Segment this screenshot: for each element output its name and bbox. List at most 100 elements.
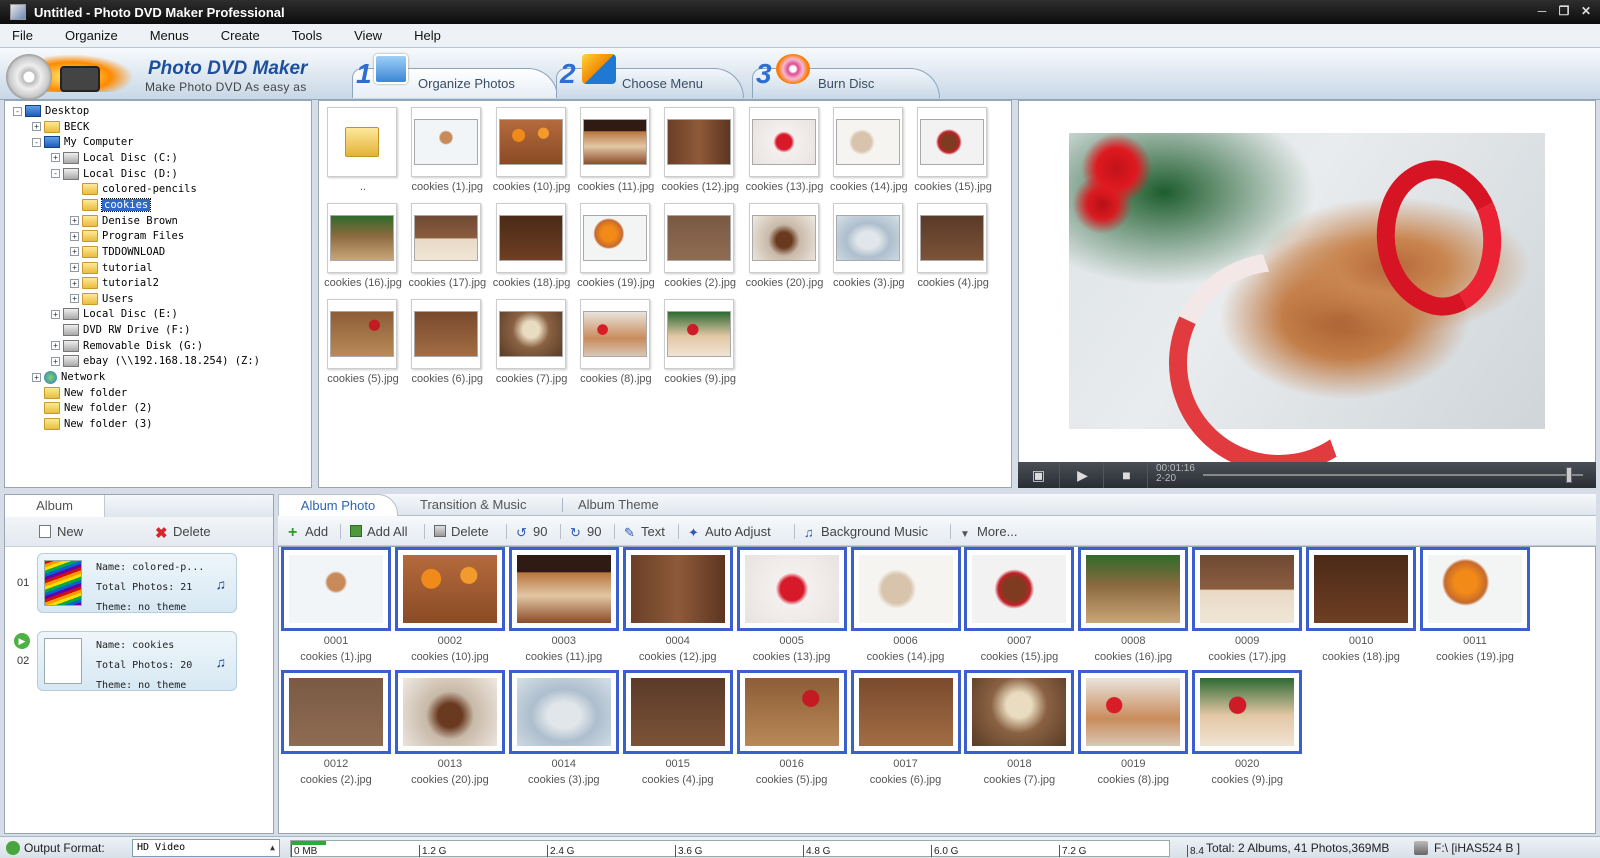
expand-icon[interactable]: + (32, 122, 41, 132)
browser-item[interactable]: cookies (13).jpg (743, 103, 827, 199)
tab-album-photo[interactable]: Album Photo (278, 494, 398, 516)
browser-item[interactable]: cookies (6).jpg (405, 295, 489, 391)
expand-icon[interactable]: + (70, 263, 79, 272)
collapse-icon[interactable]: - (51, 169, 60, 179)
tree-node[interactable]: + Local Disc (C:) (51, 150, 178, 166)
browser-item[interactable]: cookies (8).jpg (574, 295, 658, 391)
delete-album-button[interactable]: ✖ Delete (155, 524, 211, 541)
collapse-icon[interactable]: - (32, 137, 41, 147)
expand-icon[interactable]: + (51, 356, 60, 366)
album-photo-item[interactable]: 0014 cookies (3).jpg (508, 670, 623, 792)
new-album-button[interactable]: New (39, 524, 83, 539)
close-icon[interactable]: ✕ (1578, 3, 1594, 19)
browser-item[interactable]: cookies (12).jpg (658, 103, 742, 199)
tree-node[interactable]: + Denise Brown (70, 213, 178, 229)
album-card[interactable]: Name: colored-p... Total Photos: 21 Them… (37, 553, 237, 613)
browser-item[interactable]: cookies (4).jpg (911, 199, 995, 295)
menu-menus[interactable]: Menus (138, 28, 201, 43)
add-button[interactable]: + Add (288, 524, 328, 541)
album-photo-item[interactable]: 0001 cookies (1).jpg (281, 547, 395, 669)
rotate-left-button[interactable]: ↺ 90 (516, 524, 547, 539)
menu-tools[interactable]: Tools (280, 28, 334, 43)
expand-icon[interactable]: + (70, 216, 79, 226)
restore-icon[interactable]: ❐ (1556, 3, 1572, 19)
menu-file[interactable]: File (0, 28, 45, 43)
album-photo-item[interactable]: 0003 cookies (11).jpg (508, 547, 623, 669)
tree-node[interactable]: New folder (2) (32, 400, 153, 416)
tree-node[interactable]: + Removable Disk (G:) (51, 338, 203, 354)
album-photo-item[interactable]: 0005 cookies (13).jpg (736, 547, 851, 669)
browser-item[interactable]: cookies (9).jpg (658, 295, 742, 391)
rotate-right-button[interactable]: ↻ 90 (570, 524, 601, 539)
album-photo-item[interactable]: 0015 cookies (4).jpg (622, 670, 737, 792)
album-photo-item[interactable]: 0004 cookies (12).jpg (622, 547, 737, 669)
album-photo-item[interactable]: 0012 cookies (2).jpg (281, 670, 395, 792)
album-photo-grid[interactable]: 0001 cookies (1).jpg 0002 cookies (10).jpg 0… (278, 546, 1596, 834)
menu-organize[interactable]: Organize (53, 28, 130, 43)
browser-item[interactable]: cookies (18).jpg (490, 199, 574, 295)
output-format-select[interactable]: HD Video ▲ (132, 839, 280, 857)
tree-node[interactable]: New folder (3) (32, 416, 153, 432)
tree-node[interactable]: + ebay (\\192.168.18.254) (Z:) (51, 353, 260, 369)
delete-button[interactable]: Delete (434, 524, 489, 539)
album-photo-item[interactable]: 0006 cookies (14).jpg (850, 547, 965, 669)
browser-item[interactable]: cookies (2).jpg (658, 199, 742, 295)
album-photo-item[interactable]: 0007 cookies (15).jpg (964, 547, 1078, 669)
expand-icon[interactable]: + (70, 278, 79, 288)
tab-album[interactable]: Album (5, 495, 105, 517)
browser-item[interactable]: cookies (19).jpg (574, 199, 658, 295)
browser-item[interactable]: cookies (5).jpg (321, 295, 405, 391)
tree-node[interactable]: - Desktop (13, 103, 89, 119)
browser-item[interactable]: cookies (20).jpg (743, 199, 827, 295)
menu-view[interactable]: View (342, 28, 394, 43)
browser-item[interactable]: cookies (17).jpg (405, 199, 489, 295)
tree-node[interactable]: colored-pencils (70, 181, 197, 197)
album-photo-item[interactable]: 0018 cookies (7).jpg (964, 670, 1078, 792)
auto-adjust-button[interactable]: ✦ Auto Adjust (688, 524, 771, 539)
tree-node[interactable]: + TDDOWNLOAD (70, 244, 165, 260)
album-photo-item[interactable]: 0016 cookies (5).jpg (736, 670, 851, 792)
tree-node[interactable]: cookies (70, 197, 152, 213)
step-organize-photos[interactable]: 1 Organize Photos (352, 52, 562, 98)
album-photo-item[interactable]: 0017 cookies (6).jpg (850, 670, 965, 792)
expand-icon[interactable]: + (51, 153, 60, 163)
play-button[interactable]: ▶ (1062, 462, 1104, 488)
album-photo-item[interactable]: 0013 cookies (20).jpg (394, 670, 509, 792)
background-music-button[interactable]: ♫ Background Music (804, 524, 928, 539)
folder-tree[interactable]: - Desktop + BECK - My Computer + Local Disc (C:… (4, 100, 312, 488)
album-photo-item[interactable]: 0009 cookies (17).jpg (1192, 547, 1306, 669)
browser-item[interactable]: cookies (14).jpg (827, 103, 911, 199)
minimize-icon[interactable]: ─ (1534, 3, 1550, 19)
stop-button[interactable]: ■ (1106, 462, 1148, 488)
browser-item[interactable]: cookies (16).jpg (321, 199, 405, 295)
fullscreen-button[interactable]: ▣ (1018, 462, 1060, 488)
burner-drive[interactable]: F:\ [iHAS524 B ] (1434, 841, 1520, 855)
browser-item[interactable]: cookies (11).jpg (574, 103, 658, 199)
tree-node[interactable]: DVD RW Drive (F:) (51, 322, 190, 338)
album-photo-item[interactable]: 0020 cookies (9).jpg (1192, 670, 1306, 792)
step-burn-disc[interactable]: 3 Burn Disc (752, 52, 944, 98)
tab-transition-music[interactable]: Transition & Music (420, 494, 526, 516)
menu-create[interactable]: Create (209, 28, 272, 43)
expand-icon[interactable]: + (70, 247, 79, 257)
expand-icon[interactable]: + (32, 372, 41, 382)
tree-node[interactable]: New folder (32, 385, 127, 401)
browser-item[interactable]: cookies (10).jpg (490, 103, 574, 199)
more-button[interactable]: ▼ More... (960, 524, 1017, 541)
album-card[interactable]: Name: cookies Total Photos: 20 Theme: no… (37, 631, 237, 691)
album-photo-item[interactable]: 0019 cookies (8).jpg (1078, 670, 1192, 792)
expand-icon[interactable]: + (70, 294, 79, 304)
tree-node[interactable]: + Local Disc (E:) (51, 306, 178, 322)
tree-node[interactable]: + BECK (32, 119, 89, 135)
step-choose-menu[interactable]: 2 Choose Menu (556, 52, 748, 98)
album-photo-item[interactable]: 0008 cookies (16).jpg (1078, 547, 1192, 669)
add-all-button[interactable]: Add All (350, 524, 407, 539)
file-browser[interactable]: .. cookies (1).jpg cookies (10).jpg cookies… (318, 100, 1012, 488)
collapse-icon[interactable]: - (13, 106, 22, 116)
tree-node[interactable]: + Network (32, 369, 105, 385)
tree-node[interactable]: - Local Disc (D:) (51, 166, 178, 182)
browser-item[interactable]: cookies (1).jpg (405, 103, 489, 199)
album-item[interactable]: ▶ 02 Name: cookies Total Photos: 20 Them… (5, 625, 273, 701)
album-photo-item[interactable]: 0011 cookies (19).jpg (1420, 547, 1534, 669)
browser-item[interactable]: .. (321, 103, 405, 199)
